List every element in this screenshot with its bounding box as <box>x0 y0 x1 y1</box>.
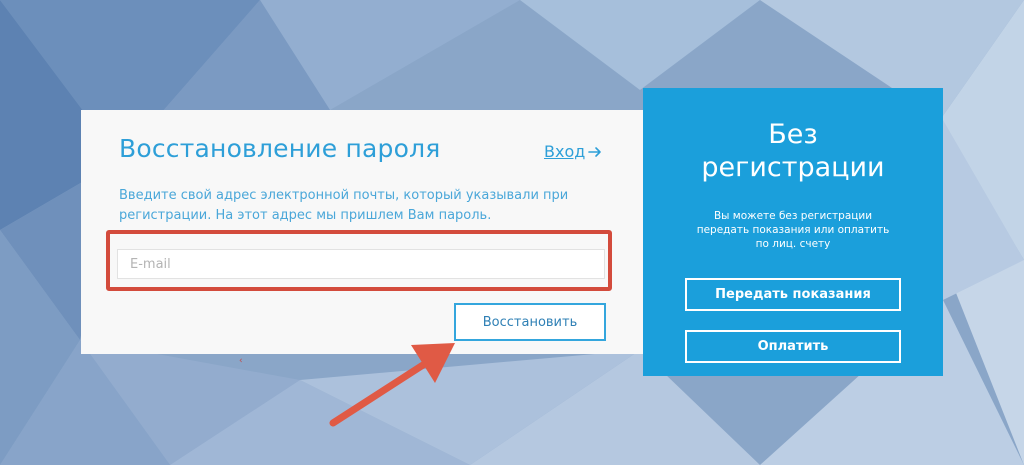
guest-title-line2: регистрации <box>701 152 885 183</box>
pay-button[interactable]: Оплатить <box>685 330 901 363</box>
login-link-label: Вход <box>544 142 586 161</box>
guest-title: Без регистрации <box>643 118 943 184</box>
recovery-description: Введите свой адрес электронной почты, ко… <box>119 188 569 223</box>
small-mark: ‹ <box>239 356 243 366</box>
page: Восстановление пароля Вход Введите свой … <box>0 0 1024 465</box>
submit-readings-button[interactable]: Передать показания <box>685 278 901 311</box>
guest-description: Вы можете без регистрации передать показ… <box>696 210 890 250</box>
guest-panel: Без регистрации Вы можете без регистраци… <box>643 88 943 376</box>
arrow-right-icon <box>588 146 602 157</box>
email-field[interactable] <box>117 249 605 279</box>
password-recovery-card: Восстановление пароля Вход Введите свой … <box>81 110 643 354</box>
annotation-arrow-icon <box>329 343 455 427</box>
restore-button[interactable]: Восстановить <box>454 303 606 341</box>
page-title: Восстановление пароля <box>119 134 441 163</box>
login-link[interactable]: Вход <box>544 142 603 161</box>
guest-title-line1: Без <box>768 119 818 150</box>
